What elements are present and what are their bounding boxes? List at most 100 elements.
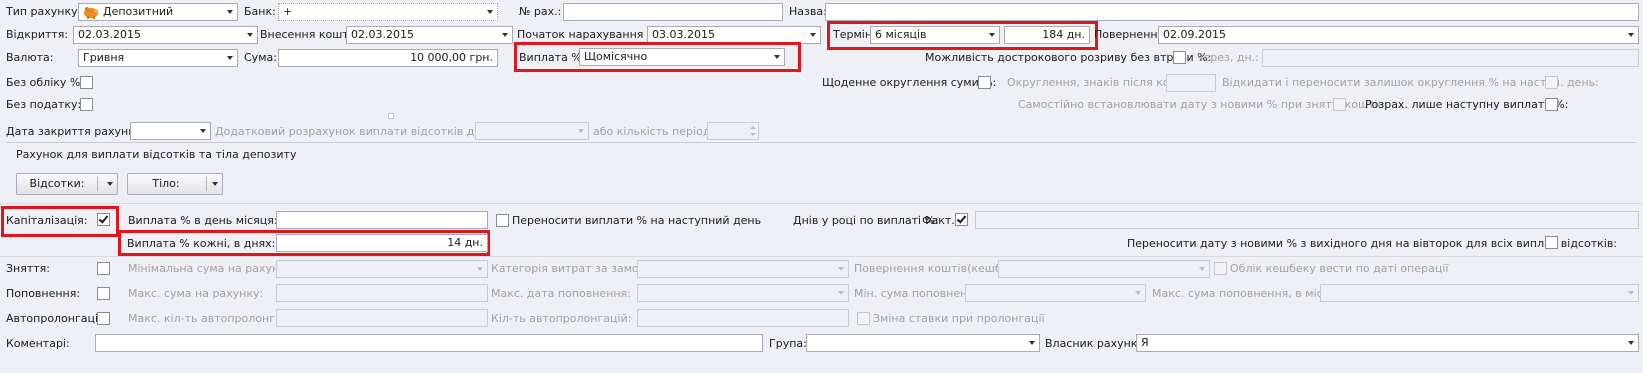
return-date-picker[interactable]: 02.09.2015 — [1158, 26, 1639, 44]
comments-input[interactable] — [95, 334, 763, 352]
interest-account-button[interactable]: Відсотки: — [16, 173, 118, 195]
max-count-label: Макс. кіл-ть автопролонг.: — [128, 312, 283, 325]
daily-rounding-label: Щоденне округлення суми %: — [822, 76, 997, 89]
currency-value: Гривня — [83, 51, 125, 64]
max-date-label: Макс. дата поповнення: — [491, 287, 631, 300]
max-count-input[interactable] — [276, 309, 488, 327]
splitter-handle[interactable] — [388, 113, 394, 119]
chevron-down-icon — [810, 33, 816, 37]
name-label: Назва: — [789, 5, 827, 18]
autoprolong-label: Автопролонгація: — [6, 312, 109, 325]
max-monthly-label: Макс. сума поповнення, в місяць: — [1152, 287, 1347, 300]
extra-calc-date-picker[interactable] — [475, 122, 589, 140]
bank-input[interactable]: + — [278, 3, 498, 21]
account-no-input[interactable] — [563, 3, 783, 21]
close-date-label: Дата закриття рахунку: — [6, 125, 146, 138]
chevron-down-icon — [1628, 291, 1634, 295]
payout-accounts-title: Рахунок для виплати відсотків та тіла де… — [16, 148, 297, 161]
calc-next-only-checkbox[interactable] — [1545, 98, 1558, 111]
payout-day-label: Виплата % в день місяця: — [128, 214, 278, 227]
min-topup-input[interactable] — [965, 284, 1146, 302]
currency-select[interactable]: Гривня — [78, 49, 238, 67]
payout-select[interactable]: Щомісячно — [579, 48, 785, 66]
daily-rounding-checkbox[interactable] — [978, 76, 991, 89]
rounding-carry-checkbox[interactable] — [1545, 76, 1558, 89]
count-label: Кіл-ть автопролонгацій: — [491, 312, 632, 325]
no-accounting-label: Без обліку %: — [6, 76, 85, 89]
name-input[interactable] — [825, 3, 1639, 21]
bank-label: Банк: — [244, 5, 276, 18]
term-select[interactable]: 6 місяців — [870, 26, 1000, 44]
close-date-picker[interactable] — [130, 122, 211, 140]
piggy-bank-icon — [82, 5, 100, 20]
chevron-down-icon — [1628, 341, 1634, 345]
account-type-label: Тип рахунку: — [6, 5, 82, 18]
fact-checkbox[interactable] — [955, 213, 968, 226]
early-termination-checkbox[interactable] — [1173, 51, 1186, 64]
rate-change-label: Зміна ставки при пролонгації — [873, 312, 1045, 325]
max-date-picker[interactable] — [637, 284, 849, 302]
early-termination-days-label: через, дн.: — [1197, 51, 1259, 64]
chevron-down-icon — [200, 129, 206, 133]
body-account-button[interactable]: Тіло: — [127, 173, 223, 195]
term-days-input[interactable]: 184 дн. — [1004, 26, 1090, 44]
chevron-down-icon — [247, 33, 253, 37]
max-sum-input[interactable] — [276, 284, 488, 302]
amount-input[interactable]: 10 000,00 грн. — [278, 49, 498, 67]
no-tax-checkbox[interactable] — [80, 98, 93, 111]
owner-label: Власник рахунку: — [1045, 337, 1148, 350]
cashback-date-checkbox[interactable] — [1214, 262, 1227, 275]
chevron-down-icon — [107, 182, 113, 186]
checkmark-icon — [956, 213, 967, 224]
button-separator — [206, 177, 207, 191]
payout-value: Щомісячно — [584, 50, 648, 63]
rounding-input[interactable] — [1166, 74, 1216, 92]
deposit-date-picker[interactable]: 02.03.2015 — [346, 26, 513, 44]
chevron-down-icon — [838, 267, 844, 271]
topup-checkbox[interactable] — [97, 287, 110, 300]
cashback-select[interactable] — [998, 260, 1210, 278]
payout-every-label: Виплата % кожні, в днях: — [127, 237, 276, 250]
move-payouts-checkbox[interactable] — [496, 214, 509, 227]
chevron-down-icon — [227, 56, 233, 60]
periods-label: або кількість періодів: — [593, 125, 724, 138]
early-termination-days-input[interactable] — [1262, 49, 1639, 67]
move-payouts-label: Переносити виплати % на наступний день — [512, 214, 762, 227]
category-select[interactable] — [637, 260, 849, 278]
payout-every-input[interactable]: 14 дн. — [276, 234, 488, 252]
withdrawal-checkbox[interactable] — [97, 262, 110, 275]
chevron-down-icon — [1628, 33, 1634, 37]
term-value: 6 місяців — [875, 28, 927, 41]
account-type-value: Депозитний — [103, 5, 174, 18]
divider — [0, 256, 1643, 257]
group-select[interactable] — [806, 334, 1040, 352]
owner-select[interactable]: Я — [1136, 334, 1639, 352]
account-type-select[interactable]: Депозитний — [78, 3, 238, 21]
chevron-down-icon — [1199, 267, 1205, 271]
move-date-checkbox[interactable] — [1545, 236, 1558, 249]
bank-value: + — [283, 5, 293, 18]
days-in-year-input[interactable] — [975, 211, 1639, 229]
chevron-down-icon — [989, 33, 995, 37]
chevron-down-icon — [212, 182, 218, 186]
accrual-start-value: 03.03.2015 — [652, 28, 715, 41]
no-accounting-checkbox[interactable] — [80, 76, 93, 89]
chevron-down-icon — [838, 291, 844, 295]
account-no-label: № рах.: — [519, 5, 562, 18]
category-label: Категорія витрат за замов.: — [491, 262, 653, 275]
opening-date-picker[interactable]: 02.03.2015 — [73, 26, 258, 44]
self-date-checkbox[interactable] — [1333, 98, 1346, 111]
payout-day-input[interactable] — [276, 211, 488, 229]
payout-label: Виплата %: — [519, 51, 586, 64]
count-input[interactable] — [637, 309, 849, 327]
max-monthly-input[interactable] — [1320, 284, 1639, 302]
topup-label: Поповнення: — [6, 287, 81, 300]
periods-spinner[interactable] — [707, 122, 759, 140]
capitalization-checkbox[interactable] — [97, 213, 110, 226]
rate-change-checkbox[interactable] — [857, 312, 870, 325]
chevron-down-icon — [1029, 341, 1035, 345]
chevron-down-icon — [578, 129, 584, 133]
calc-next-only-label: Розрах. лише наступну виплату %: — [1365, 98, 1569, 111]
min-sum-input[interactable] — [276, 260, 488, 278]
autoprolong-checkbox[interactable] — [97, 312, 110, 325]
